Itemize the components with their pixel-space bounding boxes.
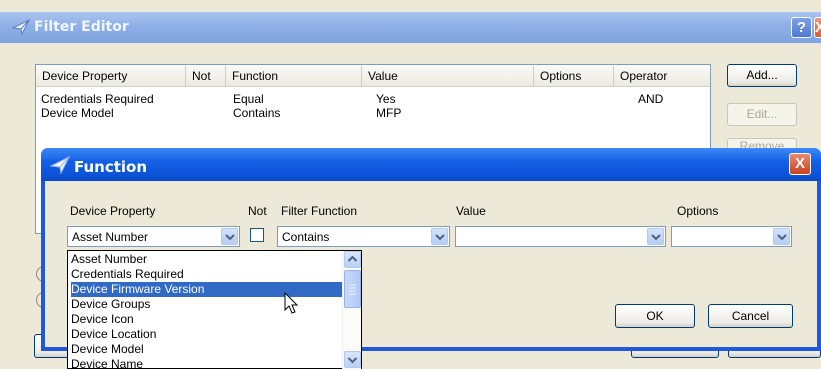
device-property-selected: Asset Number [72, 230, 149, 244]
scroll-down-button[interactable] [344, 351, 361, 368]
list-item[interactable]: Device Location [71, 327, 344, 342]
chevron-down-icon[interactable] [431, 228, 448, 245]
column-header-not[interactable]: Not [186, 66, 226, 86]
mouse-cursor-icon [284, 291, 300, 316]
scroll-up-button[interactable] [344, 251, 361, 268]
grip-icon [349, 284, 356, 295]
function-dialog-title: Function [74, 158, 148, 176]
row1-value: Yes [376, 92, 396, 106]
list-item[interactable]: Credentials Required [71, 267, 344, 282]
row2-property[interactable]: Device Model [41, 106, 114, 120]
help-button[interactable]: ? [791, 17, 812, 38]
cancel-button[interactable]: Cancel [708, 304, 793, 328]
not-checkbox[interactable] [250, 228, 264, 242]
chevron-down-icon [347, 357, 358, 364]
value-select[interactable] [455, 226, 666, 247]
ok-button[interactable]: OK [615, 304, 695, 328]
device-property-dropdown-list[interactable]: Asset Number Credentials Required Device… [67, 250, 362, 369]
column-header-value[interactable]: Value [362, 66, 534, 86]
row1-operator: AND [638, 92, 664, 106]
chevron-down-icon[interactable] [221, 228, 238, 245]
device-property-label: Device Property [70, 204, 156, 218]
add-button[interactable]: Add... [727, 64, 797, 87]
column-header-options[interactable]: Options [534, 66, 614, 86]
filter-function-select[interactable]: Contains [277, 226, 450, 247]
filter-editor-close-button[interactable]: X [814, 17, 821, 38]
list-item[interactable]: Device Model [71, 342, 344, 357]
filter-editor-app-icon [11, 18, 31, 36]
scroll-thumb[interactable] [344, 270, 361, 308]
chevron-up-icon [347, 255, 358, 262]
chevron-down-icon[interactable] [773, 228, 790, 245]
column-header-device-property[interactable]: Device Property [36, 66, 186, 86]
list-item-highlighted[interactable]: Device Firmware Version [71, 282, 344, 297]
edit-button[interactable]: Edit... [727, 103, 797, 126]
value-label: Value [456, 204, 486, 218]
options-select[interactable] [671, 226, 792, 247]
function-dialog-close-button[interactable]: X [789, 153, 811, 175]
filter-function-label: Filter Function [281, 204, 358, 218]
not-label: Not [248, 204, 267, 218]
row2-value: MFP [376, 106, 402, 120]
row1-function: Equal [233, 92, 264, 106]
function-dialog-app-icon [49, 155, 71, 175]
options-label: Options [677, 204, 719, 218]
function-dialog-titlebar[interactable] [41, 148, 821, 181]
list-item[interactable]: Device Icon [71, 312, 344, 327]
device-property-select[interactable]: Asset Number [67, 226, 240, 247]
dropdown-scrollbar[interactable] [342, 251, 361, 369]
row2-function: Contains [233, 106, 281, 120]
row1-property[interactable]: Credentials Required [41, 92, 154, 106]
column-header-operator[interactable]: Operator [614, 66, 710, 86]
filter-function-selected: Contains [282, 230, 330, 244]
column-header-function[interactable]: Function [226, 66, 362, 86]
filter-editor-title: Filter Editor [34, 19, 129, 35]
list-item[interactable]: Device Name [71, 357, 344, 368]
list-item[interactable]: Device Groups [71, 297, 344, 312]
list-item[interactable]: Asset Number [71, 252, 344, 267]
chevron-down-icon[interactable] [647, 228, 664, 245]
